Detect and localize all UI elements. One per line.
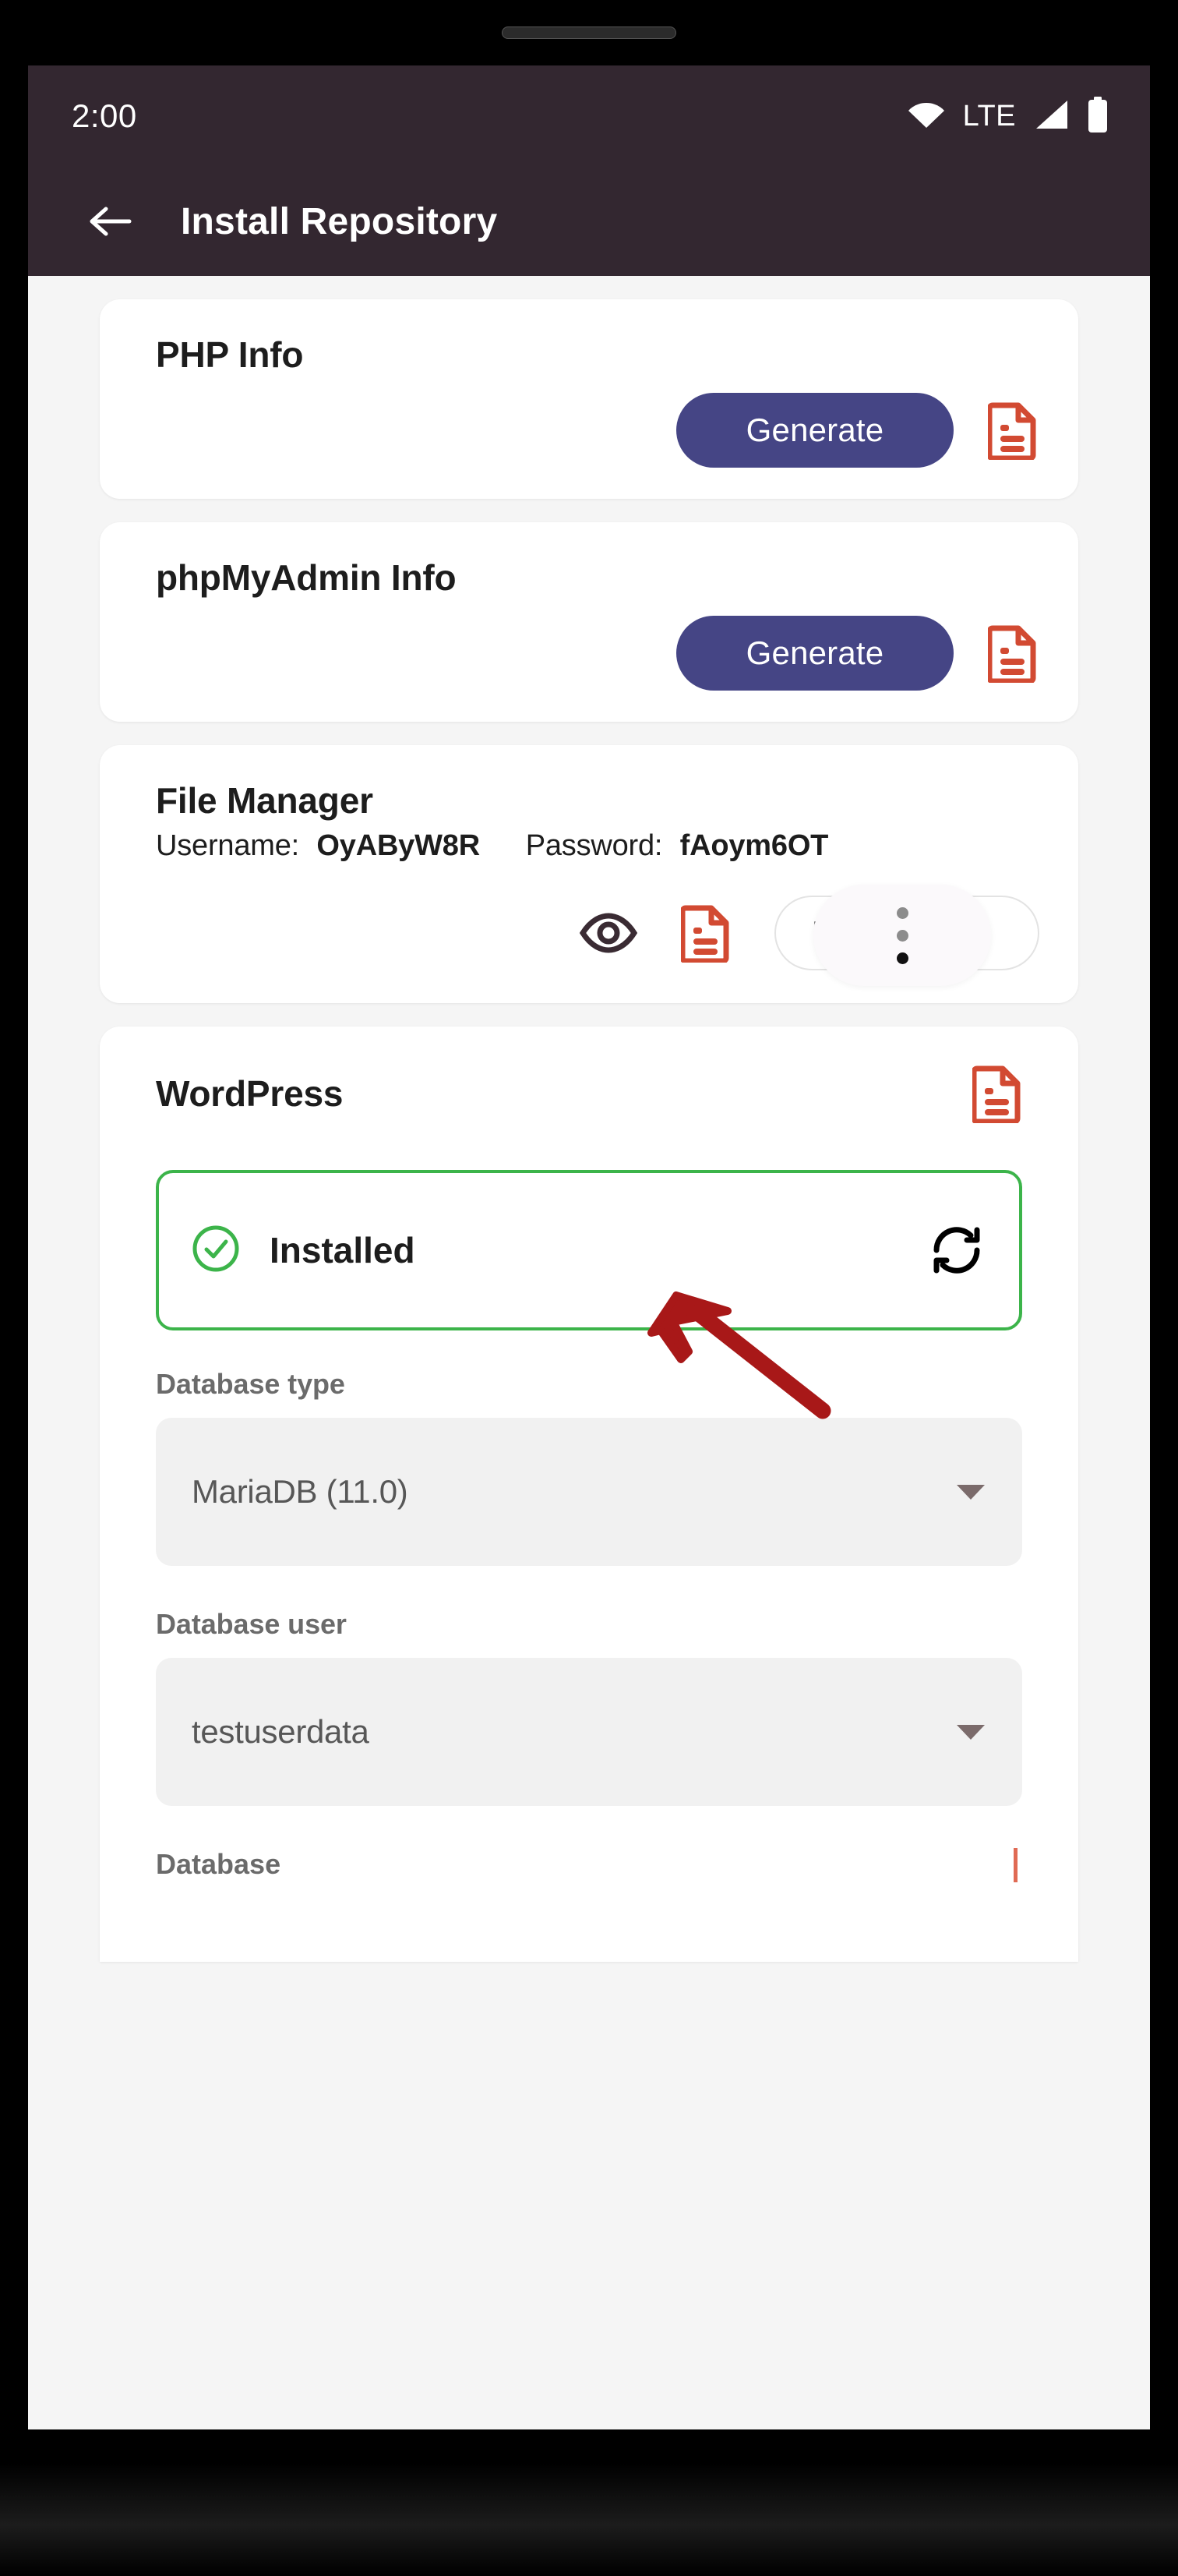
device-bottom-bezel: [0, 2463, 1178, 2576]
username-value: OyAByW8R: [316, 829, 480, 862]
php-info-actions: Generate: [156, 393, 1046, 468]
database-user-value: testuserdata: [192, 1713, 369, 1750]
wordpress-card: WordPress Installed Database type MariaD…: [100, 1027, 1078, 1962]
scrollable-content[interactable]: PHP Info Generate phpMyAdmin Info Genera…: [28, 276, 1150, 2429]
wordpress-status-label: Installed: [270, 1230, 415, 1270]
phpmyadmin-info-title: phpMyAdmin Info: [156, 557, 457, 598]
earpiece-speaker: [502, 27, 676, 39]
php-info-generate-button[interactable]: Generate: [676, 393, 954, 468]
eye-icon[interactable]: [580, 911, 637, 955]
password-label: Password:: [525, 829, 663, 862]
app-bar: Install Repository: [28, 167, 1150, 276]
phpmyadmin-info-actions: Generate: [156, 616, 1046, 691]
battery-icon: [1086, 96, 1109, 136]
network-type-label: LTE: [962, 99, 1016, 133]
dots-vertical-icon[interactable]: [896, 906, 908, 964]
signal-icon: [1033, 99, 1069, 134]
chevron-down-icon: [957, 1724, 985, 1740]
file-manager-card: File Manager Username: OyAByW8R Password…: [100, 745, 1078, 1003]
php-info-document-icon[interactable]: [988, 401, 1038, 460]
wordpress-header: WordPress: [156, 1064, 1022, 1123]
file-manager-title: File Manager: [156, 780, 373, 821]
more-menu-overlay[interactable]: [813, 885, 991, 986]
database-type-select[interactable]: MariaDB (11.0): [156, 1418, 1022, 1566]
file-manager-credentials: Username: OyAByW8R Password: fAoym6OT: [156, 829, 1046, 863]
refresh-icon[interactable]: [927, 1221, 986, 1280]
wordpress-status-box: Installed: [156, 1170, 1022, 1330]
back-arrow-icon[interactable]: [87, 203, 132, 240]
status-bar: 2:00 LTE: [28, 65, 1150, 167]
file-manager-document-icon[interactable]: [681, 903, 731, 963]
dot-1: [896, 906, 908, 919]
wordpress-status-left: Installed: [192, 1224, 415, 1277]
check-circle-icon: [192, 1224, 240, 1277]
php-info-card: PHP Info Generate: [100, 299, 1078, 499]
file-manager-actions: More: [156, 885, 1046, 986]
chevron-down-icon: [957, 1484, 985, 1500]
page-title: Install Repository: [181, 200, 498, 242]
database-name-label-row: Database: [156, 1848, 1022, 1882]
password-value: fAoym6OT: [679, 829, 829, 862]
database-type-value: MariaDB (11.0): [192, 1473, 408, 1510]
wordpress-document-icon[interactable]: [972, 1064, 1022, 1123]
database-user-select[interactable]: testuserdata: [156, 1658, 1022, 1806]
database-name-label: Database: [156, 1848, 281, 1880]
status-clock: 2:00: [72, 97, 137, 134]
php-info-title: PHP Info: [156, 334, 304, 375]
dot-2: [896, 929, 908, 942]
dot-3: [896, 952, 908, 964]
wordpress-title: WordPress: [156, 1073, 344, 1114]
text-cursor: [1014, 1848, 1018, 1882]
phpmyadmin-info-card: phpMyAdmin Info Generate: [100, 522, 1078, 722]
phpmyadmin-info-generate-button[interactable]: Generate: [676, 616, 954, 691]
database-type-label: Database type: [156, 1368, 345, 1400]
status-icons-group: LTE: [907, 96, 1109, 136]
device-frame: 2:00 LTE Install Repository PHP Info Gen…: [0, 0, 1178, 2576]
username-label: Username:: [156, 829, 300, 862]
phpmyadmin-info-document-icon[interactable]: [988, 624, 1038, 683]
wifi-icon: [907, 100, 946, 133]
database-user-label: Database user: [156, 1608, 347, 1640]
phone-screen: 2:00 LTE Install Repository PHP Info Gen…: [28, 65, 1150, 2429]
